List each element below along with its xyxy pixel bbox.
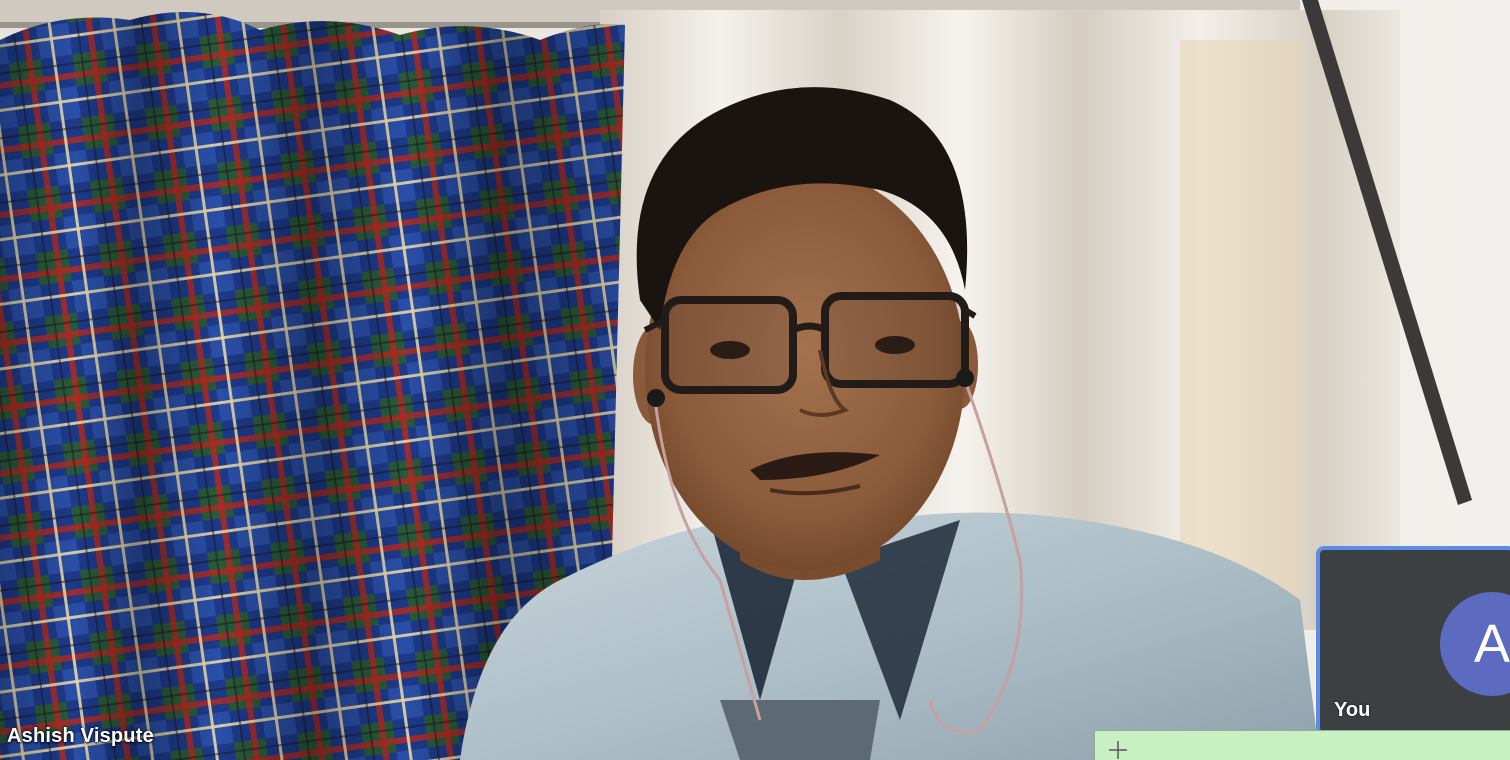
- participant-name-label: Ashish Vispute: [7, 725, 154, 747]
- bottom-panel[interactable]: [1094, 730, 1510, 760]
- meeting-stage: Ashish Vispute A You: [0, 0, 1510, 760]
- participant-video: [0, 0, 1510, 760]
- self-avatar: A: [1440, 592, 1510, 696]
- self-view-label: You: [1334, 699, 1371, 721]
- self-view-tile[interactable]: A You: [1316, 546, 1510, 736]
- plus-icon[interactable]: [1107, 739, 1129, 760]
